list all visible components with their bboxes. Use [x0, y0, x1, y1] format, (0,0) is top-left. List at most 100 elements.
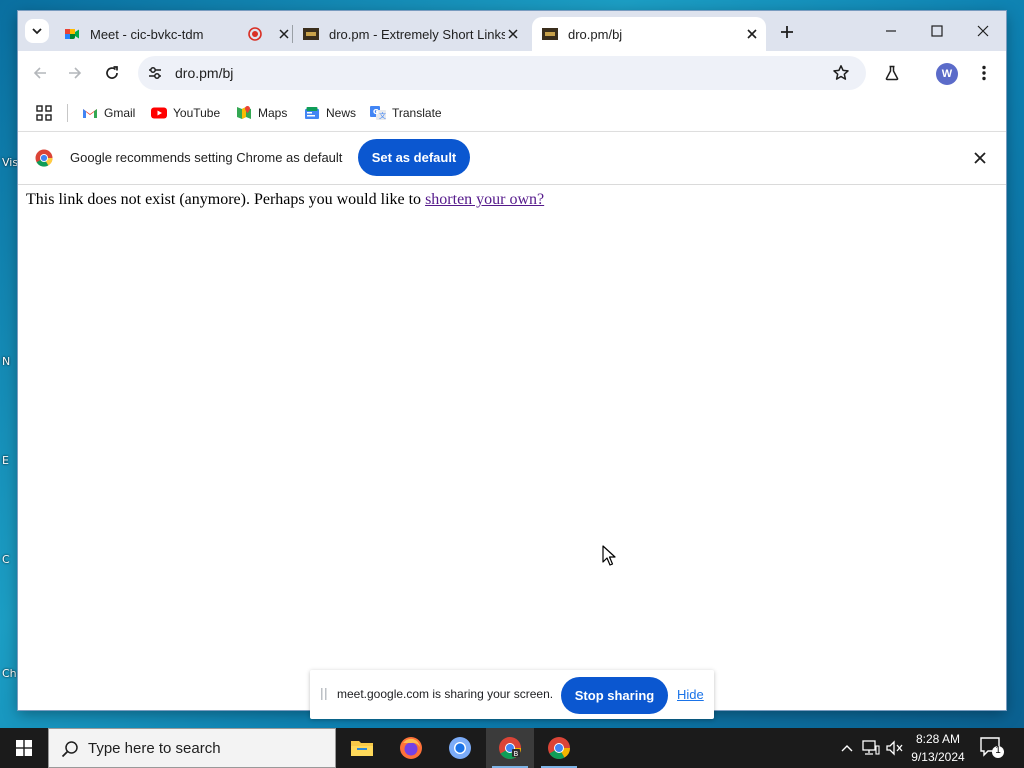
bookmark-gmail[interactable]: Gmail [82, 104, 135, 122]
tab-close-button[interactable] [505, 26, 521, 42]
screen-share-bar: meet.google.com is sharing your screen. … [310, 670, 714, 719]
tab-title: Meet - cic-bvkc-tdm [90, 26, 204, 42]
arrow-right-icon [69, 67, 82, 79]
apps-grid-icon[interactable] [35, 104, 53, 122]
tab-dro-pm-home[interactable]: dro.pm - Extremely Short Links [303, 17, 521, 51]
chrome-canary-icon: B [499, 737, 521, 759]
dro-pm-icon [542, 28, 558, 40]
clock-date: 9/13/2024 [911, 750, 965, 764]
site-settings-icon[interactable] [146, 64, 164, 82]
desktop-icon-label[interactable]: Ch [2, 667, 17, 680]
youtube-icon [151, 107, 167, 119]
desktop-icon-label[interactable]: E [2, 454, 9, 467]
close-icon [747, 29, 757, 39]
bookmark-label: News [326, 106, 357, 120]
profile-avatar[interactable]: W [936, 63, 958, 85]
taskbar-file-explorer[interactable] [338, 728, 386, 768]
bookmark-star-icon[interactable] [832, 64, 850, 82]
minimize-button[interactable] [868, 17, 914, 45]
start-button[interactable] [0, 728, 48, 768]
flask-icon [885, 65, 899, 81]
address-bar[interactable]: dro.pm/bj [138, 56, 866, 90]
bookmarks-bar: Gmail YouTube Maps News G 文 Translate [18, 95, 1006, 132]
taskbar-firefox[interactable] [387, 728, 435, 768]
browser-toolbar: dro.pm/bj W [18, 51, 1006, 95]
stop-sharing-button[interactable]: Stop sharing [561, 677, 668, 714]
taskbar-search-box[interactable]: Type here to search [48, 728, 336, 768]
tab-close-button[interactable] [276, 26, 292, 42]
bookmark-label: YouTube [173, 106, 221, 120]
dro-pm-icon [303, 28, 319, 40]
action-center-button[interactable]: 1 [979, 736, 1005, 760]
plus-icon [781, 26, 793, 38]
chrome-menu-button[interactable] [970, 59, 998, 87]
svg-text:文: 文 [379, 111, 386, 120]
reload-icon [106, 66, 118, 79]
tab-separator [292, 25, 293, 43]
hide-link[interactable]: Hide [677, 687, 704, 702]
taskbar-chromium[interactable] [436, 728, 484, 768]
bookmark-label: Maps [258, 106, 288, 120]
network-icon [862, 740, 880, 755]
close-icon[interactable] [971, 149, 989, 167]
tab-strip: Meet - cic-bvkc-tdm dro.pm - Extremely S… [18, 11, 1006, 51]
reload-button[interactable] [98, 59, 126, 87]
bookmark-translate[interactable]: G 文 Translate [370, 104, 442, 122]
firefox-icon [400, 737, 422, 759]
gmail-icon [83, 109, 97, 118]
tab-search-button[interactable] [25, 19, 49, 43]
chevron-down-icon [32, 28, 42, 35]
set-as-default-button[interactable]: Set as default [358, 139, 470, 176]
chromium-icon [449, 737, 471, 759]
search-icon [61, 741, 78, 758]
bookmark-youtube[interactable]: YouTube [151, 104, 220, 122]
recording-icon [248, 27, 262, 41]
tab-title: dro.pm/bj [568, 26, 623, 42]
new-tab-button[interactable] [776, 21, 798, 43]
tab-close-button[interactable] [744, 26, 760, 42]
network-tray-button[interactable] [860, 728, 882, 768]
svg-text:B: B [514, 750, 519, 758]
taskbar-chrome-canary[interactable]: B [486, 728, 534, 768]
share-message: meet.google.com is sharing your screen. [337, 687, 554, 701]
drag-handle-icon[interactable] [321, 688, 327, 700]
infobar-message: Google recommends setting Chrome as defa… [70, 150, 343, 165]
labs-button[interactable] [878, 59, 906, 87]
notification-count: 1 [995, 745, 1001, 756]
taskbar-chrome[interactable] [535, 728, 583, 768]
arrow-left-icon [33, 67, 46, 79]
maps-icon [237, 106, 251, 119]
back-button[interactable] [26, 59, 54, 87]
close-icon [279, 29, 289, 39]
taskbar-clock[interactable]: 8:28 AM 9/13/2024 [903, 730, 973, 766]
desktop-icon-label[interactable]: Vis [2, 156, 18, 169]
page-content: This link does not exist (anymore). Perh… [18, 185, 1006, 710]
google-meet-icon [65, 29, 79, 39]
tab-dro-pm-bj[interactable]: dro.pm/bj [532, 17, 766, 51]
default-browser-infobar: Google recommends setting Chrome as defa… [18, 132, 1006, 185]
desktop-icon-label[interactable]: N [2, 355, 10, 368]
notification-icon [980, 737, 1004, 758]
tab-meet[interactable]: Meet - cic-bvkc-tdm [64, 17, 292, 51]
forward-button[interactable] [61, 59, 89, 87]
windows-taskbar: Type here to search B 8:28 AM 9/13/2024 … [0, 728, 1024, 768]
bookmark-maps[interactable]: Maps [236, 104, 287, 122]
url-text[interactable]: dro.pm/bj [175, 65, 233, 81]
close-window-button[interactable] [960, 17, 1006, 45]
bookmark-label: Translate [392, 106, 442, 120]
maximize-button[interactable] [914, 17, 960, 45]
close-icon [508, 29, 518, 39]
bookmark-news[interactable]: News [304, 104, 356, 122]
show-hidden-icons-button[interactable] [838, 728, 856, 768]
bookmark-label: Gmail [104, 106, 136, 120]
news-icon [305, 107, 319, 119]
translate-icon: G 文 [370, 106, 386, 120]
chrome-logo-icon [35, 149, 53, 167]
desktop-icon-label[interactable]: C [2, 553, 10, 566]
clock-time: 8:28 AM [915, 732, 961, 746]
shorten-link[interactable]: shorten your own? [425, 191, 544, 208]
minimize-icon [886, 30, 896, 32]
error-message-text: This link does not exist (anymore). Perh… [26, 191, 426, 208]
chrome-icon [548, 737, 570, 759]
more-vertical-icon [982, 65, 986, 81]
